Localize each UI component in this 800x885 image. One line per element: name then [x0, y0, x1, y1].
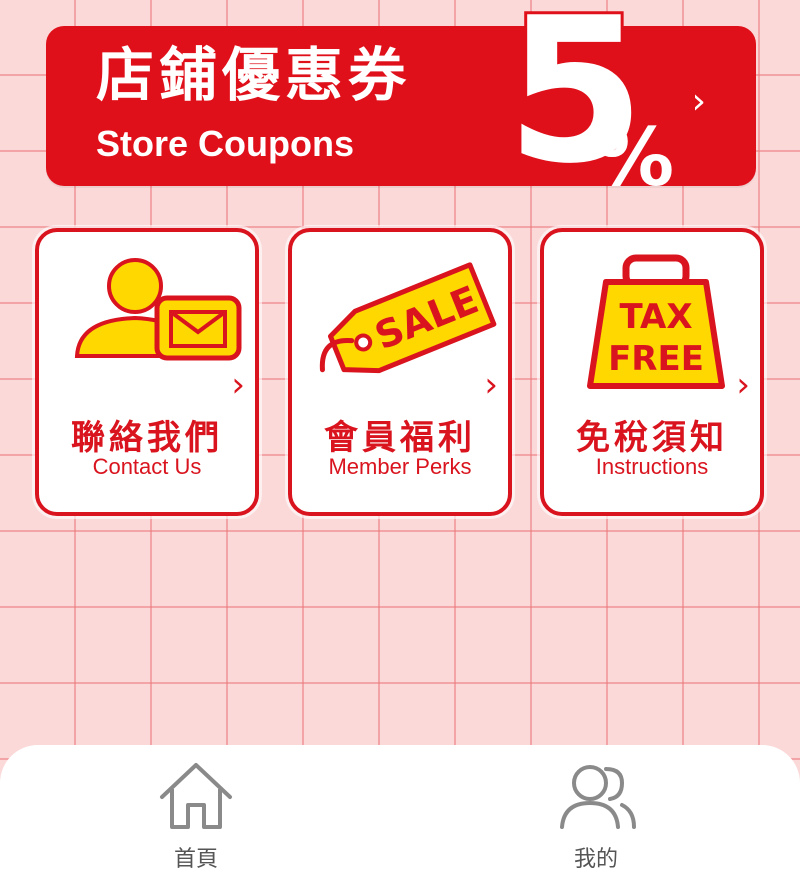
store-coupons-banner[interactable]: 店鋪優惠券 Store Coupons 5 % › [46, 0, 756, 198]
bottom-tab-bar: 首頁 我的 [0, 745, 800, 885]
banner-title-zh: 店鋪優惠券 [96, 41, 412, 109]
home-icon [160, 763, 232, 829]
sale-tag-icon: SALE [292, 246, 508, 396]
tab-mine-label: 我的 [573, 847, 618, 872]
contact-us-card[interactable]: › 聯絡我們 Contact Us [35, 228, 259, 516]
member-perks-card[interactable]: SALE › 會員福利 Member Perks [288, 228, 512, 516]
free-text: FREE [608, 339, 704, 379]
card-title-zh: 會員福利 [324, 418, 476, 458]
contact-mail-icon [39, 246, 255, 396]
discount-percent-sign: % [594, 111, 675, 204]
tax-free-bag-icon: TAX FREE [544, 246, 760, 396]
tab-home-label: 首頁 [173, 847, 218, 872]
chevron-right-icon: › [736, 365, 750, 405]
card-title-en: Contact Us [92, 454, 202, 479]
chevron-right-icon: › [231, 365, 245, 405]
chevron-right-icon: › [691, 81, 706, 122]
tax-text: TAX [619, 297, 692, 337]
users-icon [560, 765, 636, 829]
tab-home[interactable]: 首頁 [96, 745, 296, 885]
tab-mine[interactable]: 我的 [496, 745, 696, 885]
banner-title-en: Store Coupons [96, 123, 354, 164]
chevron-right-icon: › [484, 365, 498, 405]
card-title-en: Instructions [595, 454, 709, 479]
card-title-zh: 聯絡我們 [71, 418, 223, 458]
card-title-en: Member Perks [328, 454, 472, 479]
card-title-zh: 免稅須知 [576, 418, 728, 458]
tax-free-instructions-card[interactable]: TAX FREE › 免稅須知 Instructions [540, 228, 764, 516]
